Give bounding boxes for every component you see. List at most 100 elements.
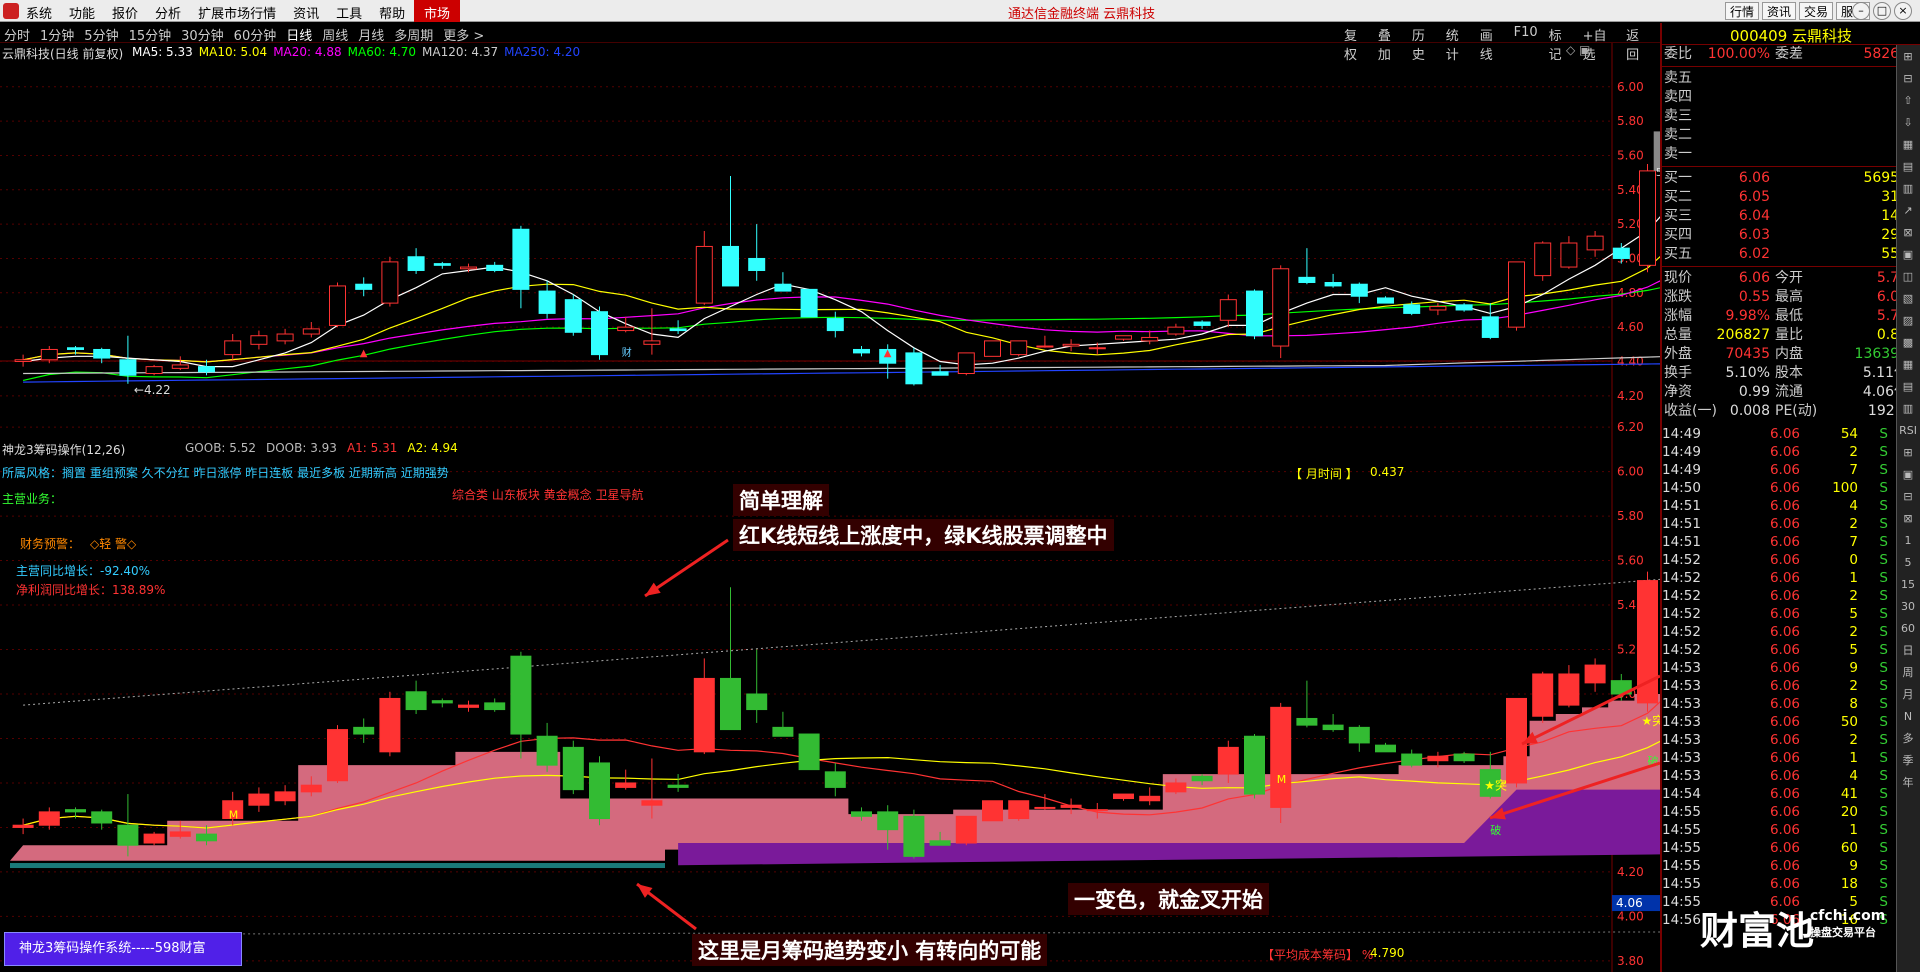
sub-candle[interactable] <box>327 725 348 783</box>
sub-candle[interactable] <box>1401 749 1423 768</box>
sub-candle[interactable] <box>903 809 925 859</box>
sidebar-tool-icon[interactable]: ⊠ <box>1897 509 1919 529</box>
candle[interactable] <box>1481 303 1499 340</box>
sub-candle[interactable] <box>484 698 506 712</box>
buy-row[interactable]: 买一 6.06 56957 <box>1662 169 1920 188</box>
indicator-title[interactable]: 神龙3筹码操作(12,26) <box>2 441 125 458</box>
period-tab[interactable]: 更多 > <box>443 25 484 44</box>
sub-candle[interactable] <box>379 691 401 757</box>
period-tab[interactable]: 分时 <box>4 25 30 44</box>
period-tab[interactable]: 30分钟 <box>181 25 224 44</box>
candle[interactable] <box>486 261 504 273</box>
sub-candle[interactable] <box>274 785 296 806</box>
sidebar-tool-icon[interactable]: ▥ <box>1897 179 1919 199</box>
candle[interactable] <box>984 340 1001 357</box>
sidebar-tool-icon[interactable]: ◫ <box>1897 267 1919 287</box>
candle[interactable] <box>1272 265 1290 359</box>
candle[interactable] <box>722 176 739 287</box>
menu-item-analysis[interactable]: 分析 <box>155 3 181 22</box>
minimize-icon[interactable]: – <box>1852 2 1870 20</box>
sub-candle[interactable] <box>405 680 427 715</box>
sub-candle[interactable] <box>1532 671 1554 723</box>
sidebar-tool-icon[interactable]: N <box>1897 707 1919 727</box>
sub-candle[interactable] <box>510 651 532 759</box>
sidebar-tool-icon[interactable]: 60 <box>1897 619 1919 639</box>
quote-button[interactable]: 行情 <box>1725 2 1760 20</box>
candle[interactable] <box>1639 164 1656 273</box>
sub-candle[interactable] <box>955 815 977 846</box>
candle[interactable] <box>355 277 373 297</box>
candle[interactable] <box>224 334 242 360</box>
sidebar-tool-icon[interactable]: 年 <box>1897 773 1919 793</box>
candle[interactable] <box>1586 230 1604 257</box>
tick-list[interactable]: 14:496.0654S514:496.062S114:496.067S114:… <box>1660 425 1920 972</box>
candle[interactable] <box>538 280 556 319</box>
sub-candle[interactable] <box>458 700 479 712</box>
sidebar-tool-icon[interactable]: ▤ <box>1897 377 1919 397</box>
sidebar-tool-icon[interactable]: ▥ <box>1897 399 1919 419</box>
sidebar-tool-icon[interactable]: 日 <box>1897 641 1919 661</box>
sidebar-tool-icon[interactable]: 15 <box>1897 575 1919 595</box>
sidebar-tool-icon[interactable]: 30 <box>1897 597 1919 617</box>
sub-candle[interactable] <box>798 733 820 771</box>
sidebar-tool-icon[interactable]: 周 <box>1897 663 1919 683</box>
candle[interactable] <box>905 347 923 386</box>
period-tab[interactable]: 多周期 <box>394 25 433 44</box>
maximize-icon[interactable]: □ <box>1873 2 1891 20</box>
sub-candle[interactable] <box>772 711 794 737</box>
sub-candle[interactable] <box>248 787 270 812</box>
period-tab[interactable]: 月线 <box>358 25 384 44</box>
sub-candle[interactable] <box>1427 751 1449 768</box>
sub-candle[interactable] <box>1244 734 1265 799</box>
candle[interactable] <box>826 311 844 338</box>
candle[interactable] <box>1560 236 1578 269</box>
sidebar-tool-icon[interactable]: ▦ <box>1897 135 1919 155</box>
sidebar-tool-icon[interactable]: ▣ <box>1897 245 1919 265</box>
period-tab[interactable]: 1分钟 <box>40 25 74 44</box>
sub-candle[interactable] <box>1637 571 1658 712</box>
sidebar-tool-icon[interactable]: ⊟ <box>1897 487 1919 507</box>
candle[interactable] <box>250 330 268 350</box>
candle[interactable] <box>564 294 582 336</box>
candle[interactable] <box>1246 289 1263 340</box>
candle[interactable] <box>748 224 766 281</box>
sub-candle[interactable] <box>431 698 453 708</box>
chart-settings-icon[interactable]: ◇ ▣ <box>1566 43 1590 57</box>
candle[interactable] <box>1298 248 1316 285</box>
sub-candle[interactable] <box>1348 725 1370 752</box>
sub-candle[interactable] <box>91 809 113 830</box>
sub-candle[interactable] <box>1375 742 1396 753</box>
sub-candle[interactable] <box>353 718 375 743</box>
sell-row[interactable]: 卖三 <box>1662 107 1920 126</box>
sub-candle[interactable] <box>693 658 715 755</box>
candle[interactable] <box>1036 335 1054 348</box>
candle[interactable] <box>512 225 530 309</box>
sell-row[interactable]: 卖五 <box>1662 69 1920 88</box>
sub-candle[interactable] <box>1296 680 1318 728</box>
candle[interactable] <box>407 248 425 274</box>
candle[interactable] <box>433 261 451 269</box>
period-tab[interactable]: 15分钟 <box>129 25 172 44</box>
candle[interactable] <box>853 346 870 357</box>
candle[interactable] <box>14 354 32 367</box>
menu-item-help[interactable]: 帮助 <box>379 3 405 22</box>
sidebar-tool-icon[interactable]: 月 <box>1897 685 1919 705</box>
candle[interactable] <box>957 352 975 376</box>
candle[interactable] <box>617 316 635 333</box>
menu-item-tools[interactable]: 工具 <box>336 3 362 22</box>
buy-row[interactable]: 买三 6.04 148 <box>1662 207 1920 226</box>
candle[interactable] <box>1167 323 1185 336</box>
sub-candle[interactable] <box>12 818 34 835</box>
sidebar-tool-icon[interactable]: ▣ <box>1897 465 1919 485</box>
sell-row[interactable]: 卖二 <box>1662 126 1920 145</box>
buy-row[interactable]: 买五 6.02 552 <box>1662 245 1920 264</box>
candle[interactable] <box>276 328 294 345</box>
sidebar-tool-icon[interactable]: ▧ <box>1897 289 1919 309</box>
sub-candle[interactable] <box>589 756 610 826</box>
sell-row[interactable]: 卖一 <box>1662 145 1920 164</box>
period-tab[interactable]: 日线 <box>286 25 312 44</box>
candle[interactable] <box>1455 303 1473 312</box>
candle[interactable] <box>591 306 608 360</box>
buy-row[interactable]: 买四 6.03 292 <box>1662 226 1920 245</box>
sub-candle[interactable] <box>562 740 584 795</box>
